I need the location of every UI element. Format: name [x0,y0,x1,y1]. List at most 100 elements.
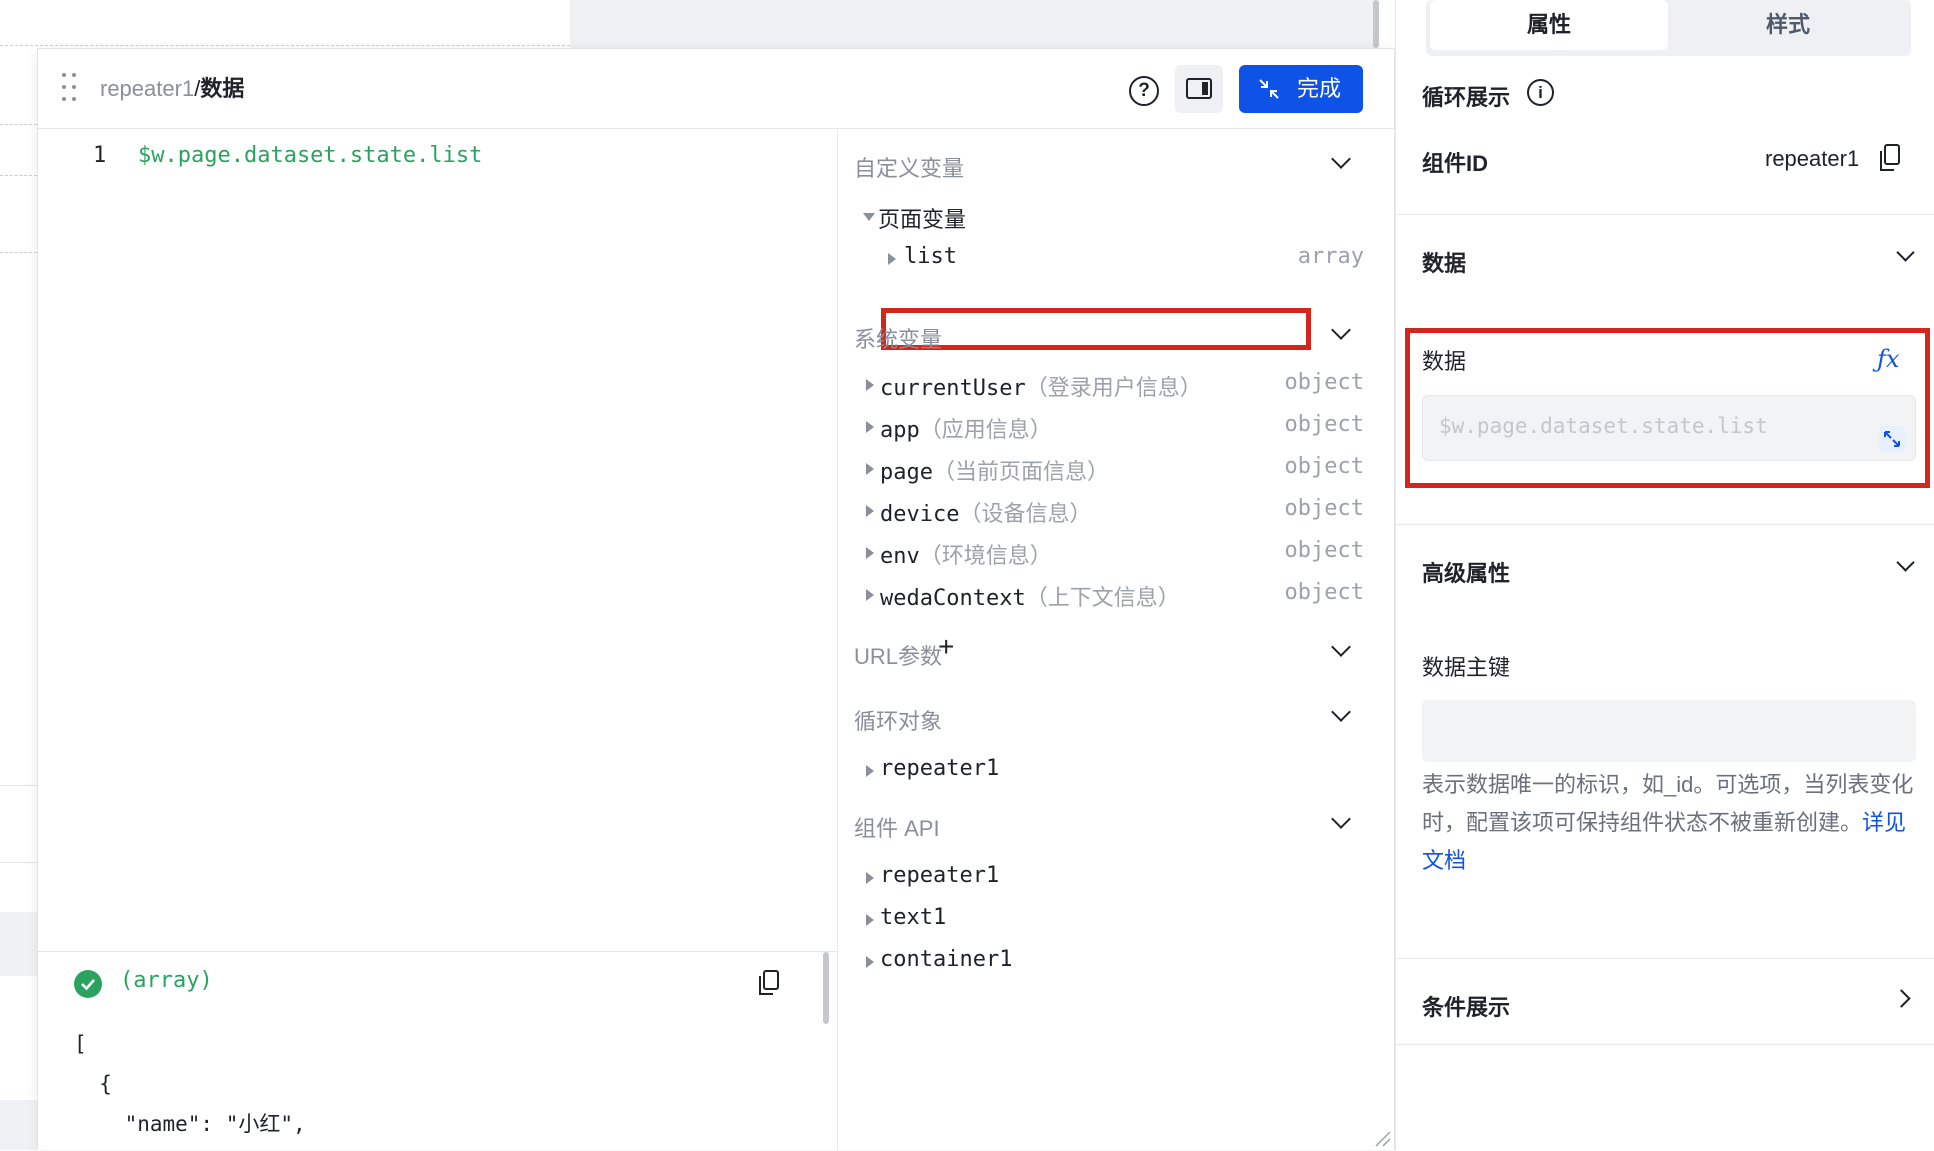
fx-icon[interactable]: ƒx [1877,345,1899,373]
tree-item-list[interactable]: list array [838,239,1394,279]
caret-right-icon [866,589,874,601]
canvas-block [0,1100,37,1150]
result-json: [ { "name": "小红", [74,1032,306,1136]
var-name: text1 [880,905,947,930]
result-scrollbar[interactable] [823,952,829,1024]
divider [1396,214,1934,215]
tree-item-system[interactable]: env（环境信息） object [838,533,1394,573]
variable-tree: 自定义变量 页面变量 list array 系统变量 currentUser（登… [838,129,1394,1151]
done-label: 完成 [1297,76,1342,101]
toggle-panel-button[interactable] [1175,65,1223,113]
var-type: array [1297,244,1364,269]
drag-handle-icon[interactable] [62,73,80,103]
breadcrumb: repeater1/数据 [100,75,244,103]
canvas-guide-line [0,124,37,125]
var-desc: （应用信息） [919,418,1052,443]
chevron-down-icon[interactable] [1331,637,1351,657]
code-editor[interactable]: 1 $w.page.dataset.state.list [38,129,838,951]
side-panel-icon [1186,78,1212,99]
component-id-label: 组件ID [1422,151,1489,176]
tree-item-api[interactable]: container1 [838,942,1394,982]
caret-right-icon [866,765,874,777]
check-circle-icon [74,970,102,998]
caret-right-icon [866,547,874,559]
tree-item-system[interactable]: currentUser（登录用户信息） object [838,365,1394,405]
collapse-icon [1259,79,1279,99]
breadcrumb-field: 数据 [200,76,245,101]
var-type: object [1284,496,1364,521]
canvas-scrollbar[interactable] [1373,0,1379,48]
section-url-params[interactable]: URL参数 [854,639,942,671]
plus-icon[interactable]: + [938,631,954,663]
chevron-down-icon[interactable] [1331,702,1351,722]
var-name: device [880,502,960,527]
tree-item-system[interactable]: page（当前页面信息） object [838,449,1394,489]
caret-right-icon [866,914,874,926]
chevron-down-icon[interactable] [1331,809,1351,829]
var-type: object [1284,538,1364,563]
result-preview: (array) [ { "name": "小红", [38,951,838,1151]
panel-tabs: 属性 样式 [1426,0,1911,56]
tree-item-api[interactable]: repeater1 [838,858,1394,898]
section-data[interactable]: 数据 [1422,246,1466,278]
help-text: 表示数据唯一的标识，如_id。可选项，当列表变化时，配置该项可保持组件状态不被重… [1422,772,1914,835]
caret-right-icon [866,379,874,391]
divider [1396,958,1934,959]
var-name: wedaContext [880,586,1026,611]
data-expression-input[interactable]: $w.page.dataset.state.list [1422,395,1916,461]
var-type: object [1284,454,1364,479]
expand-icon[interactable] [1879,426,1905,452]
tree-item-system[interactable]: app（应用信息） object [838,407,1394,447]
var-name: repeater1 [880,756,1000,781]
tree-item-label: 页面变量 [878,207,967,232]
caret-right-icon [866,463,874,475]
var-type: object [1284,370,1364,395]
section-component-api[interactable]: 组件 API [854,811,940,843]
resize-grip-icon[interactable] [1373,1129,1391,1147]
tree-item-loop[interactable]: repeater1 [838,751,1394,791]
help-icon[interactable]: ? [1129,76,1159,106]
info-icon[interactable]: i [1527,79,1554,106]
result-type: (array) [120,968,213,993]
copy-icon[interactable] [1879,144,1901,172]
section-condition[interactable]: 条件展示 [1422,990,1510,1022]
chevron-down-icon[interactable] [1331,320,1351,340]
caret-right-icon [866,872,874,884]
copy-icon[interactable] [758,970,780,996]
chevron-right-icon[interactable] [1892,989,1911,1008]
section-system-variables[interactable]: 系统变量 [854,322,942,354]
var-desc: （登录用户信息） [1025,376,1202,401]
var-name: currentUser [880,376,1026,401]
chevron-down-icon[interactable] [1331,149,1351,169]
canvas-guide-line [0,175,37,176]
var-desc: （设备信息） [959,502,1092,527]
code-expression[interactable]: $w.page.dataset.state.list [138,143,482,168]
chevron-down-icon[interactable] [1896,553,1915,572]
var-name: container1 [880,947,1013,972]
tab-style[interactable]: 样式 [1668,0,1908,50]
data-input-value: $w.page.dataset.state.list [1439,414,1768,438]
tree-item-page-variables[interactable]: 页面变量 [838,197,1394,237]
data-key-input[interactable] [1422,700,1916,762]
caret-right-icon [866,421,874,433]
chevron-down-icon[interactable] [1896,243,1915,262]
tree-item-system[interactable]: device（设备信息） object [838,491,1394,531]
canvas-guide-line [0,252,37,253]
section-custom-variables[interactable]: 自定义变量 [854,151,964,183]
canvas-guide-line [0,862,37,863]
var-desc: （环境信息） [919,544,1052,569]
modal-header: repeater1/数据 ? 完成 [38,49,1394,129]
data-field-label: 数据 [1422,349,1467,374]
caret-right-icon [866,505,874,517]
var-name: env [880,544,920,569]
tree-item-api[interactable]: text1 [838,900,1394,940]
var-name: repeater1 [880,863,1000,888]
var-desc: （上下文信息） [1025,586,1180,611]
tab-attributes[interactable]: 属性 [1430,0,1668,50]
section-advanced[interactable]: 高级属性 [1422,556,1510,588]
done-button[interactable]: 完成 [1239,65,1363,113]
component-id-value: repeater1 [1765,146,1860,171]
tree-item-system[interactable]: wedaContext（上下文信息） object [838,575,1394,615]
canvas-guide-line [0,785,37,786]
section-loop-objects[interactable]: 循环对象 [854,704,942,736]
